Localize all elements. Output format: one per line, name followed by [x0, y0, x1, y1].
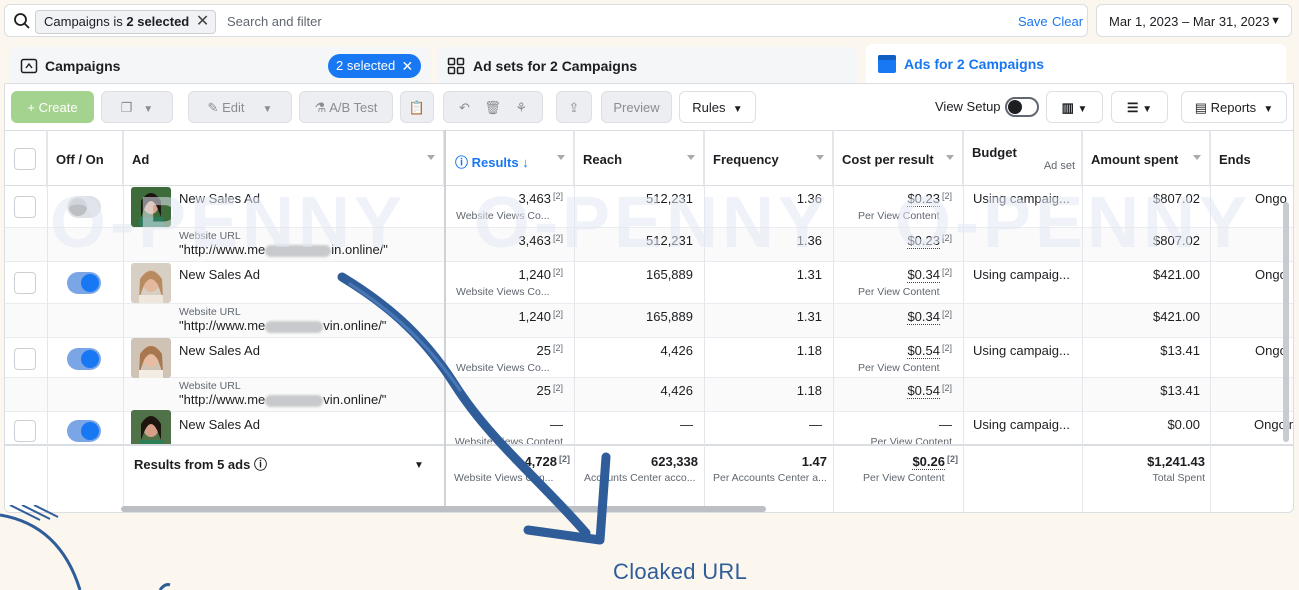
cloaked-url-caption: Cloaked URL — [613, 559, 748, 584]
annotation-arrow — [337, 272, 611, 545]
